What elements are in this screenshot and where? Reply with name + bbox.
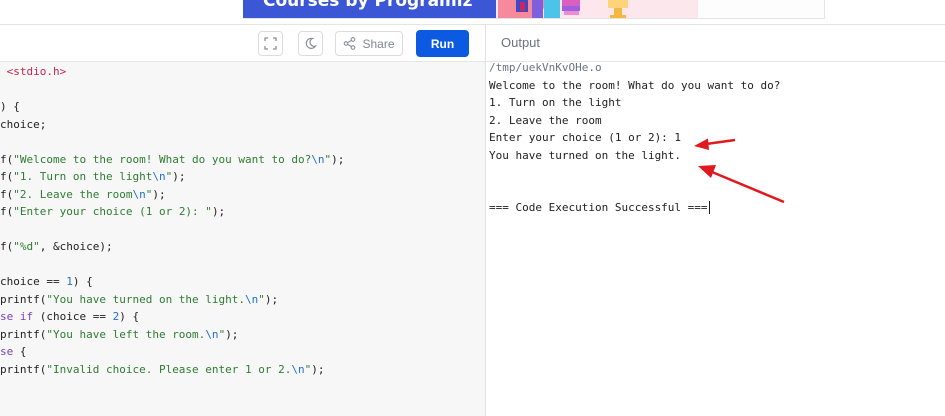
code-token: "You have left the room. — [46, 327, 206, 341]
code-token: \n — [205, 327, 219, 341]
code-token: \n — [152, 170, 166, 183]
code-token: ); — [172, 170, 186, 183]
code-line: choice == 1) { — [0, 273, 93, 291]
output-line: You have turned on the light. — [489, 148, 682, 162]
code-token: f( — [0, 152, 14, 166]
code-token: \n — [132, 187, 146, 201]
code-token: (choice == — [33, 310, 113, 323]
code-token: f( — [0, 170, 14, 183]
code-line: printf("You have left the room.\n"); — [0, 326, 238, 344]
code-token: <stdio.h> — [0, 65, 67, 78]
code-token: "2. Leave the room — [13, 187, 133, 201]
code-line: ) { — [0, 98, 20, 116]
run-button[interactable]: Run — [416, 30, 469, 57]
fullscreen-icon — [264, 37, 277, 50]
share-icon — [344, 37, 356, 50]
output-line: Welcome to the room! What do you want to… — [489, 78, 781, 92]
code-line: f("2. Leave the room\n"); — [0, 186, 166, 204]
code-token: f( — [0, 187, 14, 201]
output-line: 2. Leave the room — [489, 113, 602, 127]
ad-banner-illustration — [498, 0, 628, 18]
code-line: f("%d", &choice); — [0, 238, 113, 256]
code-line: f("Enter your choice (1 or 2): "); — [0, 203, 225, 221]
code-token: "You have turned on the light. — [46, 292, 246, 306]
code-token: ) { — [72, 275, 93, 288]
code-token: \n — [245, 292, 259, 306]
ad-banner-text: Courses by Programiz — [263, 0, 473, 11]
code-token: printf( — [0, 327, 47, 341]
ad-banner[interactable]: Courses by Programiz — [243, 0, 825, 19]
ad-banner-left-panel: Courses by Programiz — [243, 0, 496, 18]
code-line: printf("Invalid choice. Please enter 1 o… — [0, 361, 325, 379]
code-token: choice == — [0, 275, 67, 288]
output-panel-title: Output — [501, 35, 541, 50]
output-panel: /tmp/uekVnKvOHe.o Welcome to the room! Wh… — [486, 62, 945, 416]
text-cursor — [709, 201, 710, 214]
code-token: "1. Turn on the light — [13, 170, 153, 183]
annotation-arrow-2 — [698, 165, 785, 204]
code-line: se if (choice == 2) { — [0, 308, 139, 326]
code-token: f( — [0, 205, 14, 218]
code-token: se — [0, 345, 14, 358]
code-token: "Invalid choice. Please enter 1 or 2. — [46, 362, 292, 376]
output-line: 1. Turn on the light — [489, 96, 622, 109]
fullscreen-button[interactable] — [258, 31, 283, 56]
ad-banner-blank-area — [698, 0, 824, 18]
dark-mode-toggle[interactable] — [298, 31, 323, 56]
code-token: , &choice); — [39, 240, 113, 253]
online-compiler-page: Courses by Programiz Share Run Output <s… — [0, 0, 945, 416]
code-line: <stdio.h> — [0, 63, 67, 81]
code-token: \n — [291, 362, 305, 376]
annotation-arrow-1 — [694, 138, 736, 150]
toolbar: Share Run Output — [0, 24, 945, 62]
code-token: "%d" — [13, 240, 40, 253]
code-editor[interactable]: <stdio.h>) {choice; f("Welcome to the roo… — [0, 62, 485, 416]
output-line: === Code Execution Successful === — [489, 201, 708, 214]
code-token: ); — [152, 187, 166, 201]
code-line: printf("You have turned on the light.\n"… — [0, 291, 278, 309]
code-token: ) { — [119, 310, 140, 323]
code-token: { — [13, 345, 27, 358]
output-line: Enter your choice (1 or 2): 1 — [489, 131, 682, 144]
output-file-path: /tmp/uekVnKvOHe.o — [489, 62, 602, 74]
code-token: ); — [311, 362, 325, 376]
code-token: \n — [311, 152, 325, 166]
code-token: ); — [264, 292, 279, 306]
code-token: choice; — [0, 117, 47, 131]
code-token: printf( — [0, 292, 47, 306]
moon-icon — [305, 37, 317, 49]
share-button-label: Share — [362, 36, 395, 51]
code-line: f("1. Turn on the light\n"); — [0, 168, 185, 186]
code-line: f("Welcome to the room! What do you want… — [0, 151, 344, 169]
code-token: 1 — [66, 275, 73, 288]
code-token: "Enter your choice (1 or 2): " — [13, 205, 212, 218]
code-token: "Welcome to the room! What do you want t… — [13, 152, 312, 166]
code-token: printf( — [0, 362, 47, 376]
code-token: f( — [0, 240, 14, 253]
code-token: ) { — [0, 100, 20, 113]
code-token: ); — [225, 327, 239, 341]
code-line: choice; — [0, 116, 46, 134]
code-token: se if — [0, 310, 34, 323]
share-button[interactable]: Share — [335, 31, 403, 56]
code-line: se { — [0, 343, 27, 361]
code-token: ); — [211, 205, 226, 218]
code-token: ); — [331, 152, 345, 166]
code-token: " — [258, 292, 265, 306]
